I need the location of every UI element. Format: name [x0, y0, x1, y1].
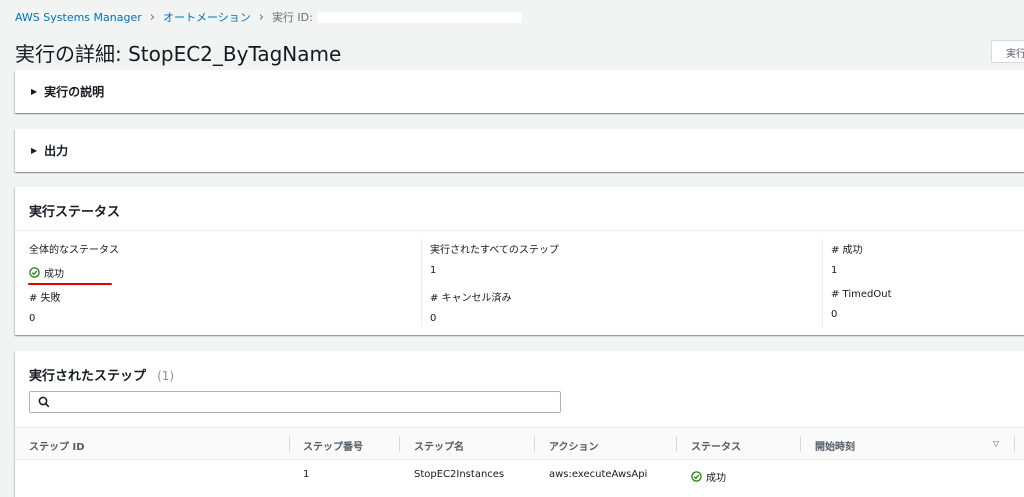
- column-action[interactable]: アクション: [549, 438, 599, 453]
- sort-down-icon[interactable]: ▽: [993, 439, 999, 448]
- overall-status-label: 全体的なステータス: [29, 245, 119, 256]
- executed-steps-count: (1): [157, 369, 175, 383]
- cell-status-text: 成功: [706, 473, 726, 484]
- execute-button[interactable]: 実行: [991, 40, 1024, 63]
- executed-steps-title: 実行されたステップ: [29, 369, 147, 384]
- column-divider: [1014, 436, 1015, 452]
- cell-step-number: 1: [303, 469, 310, 480]
- status-grid: 全体的なステータス 成功 実行されたすべてのステップ 1 # 成功 1 # 失敗…: [15, 231, 1024, 335]
- output-title: 出力: [44, 144, 69, 158]
- column-step-number[interactable]: ステップ番号: [303, 438, 363, 453]
- breadcrumb-execution-id: 実行 ID:: [271, 11, 313, 24]
- divider: [822, 239, 823, 327]
- check-circle-icon: [29, 267, 40, 278]
- output-toggle[interactable]: ▶ 出力: [15, 129, 1024, 172]
- all-steps-value: 1: [430, 265, 437, 276]
- steps-table-header: ステップ ID ステップ番号 ステップ名 アクション ステータス 開始時刻 ▽: [15, 427, 1024, 460]
- executed-steps-header: 実行されたステップ (1): [15, 351, 1024, 387]
- breadcrumb: AWS Systems Manager › オートメーション › 実行 ID:: [15, 9, 522, 25]
- column-divider: [800, 436, 801, 452]
- divider: [421, 239, 422, 327]
- overall-status: 全体的なステータス 成功: [29, 241, 119, 280]
- description-panel: ▶ 実行の説明: [15, 70, 1024, 113]
- success-count-label: # 成功: [831, 245, 863, 256]
- column-divider: [676, 436, 677, 452]
- redacted-execution-id: [316, 11, 522, 23]
- step-search-input[interactable]: [56, 394, 556, 410]
- cancelled-count-value: 0: [430, 313, 437, 324]
- column-divider: [289, 436, 290, 452]
- column-step-id[interactable]: ステップ ID: [29, 438, 85, 453]
- caret-right-icon: ▶: [31, 87, 38, 96]
- cell-status: 成功: [691, 469, 726, 484]
- cancelled-count: # キャンセル済み 0: [430, 289, 512, 324]
- timedout-count-value: 0: [831, 309, 838, 320]
- all-steps-label: 実行されたすべてのステップ: [430, 245, 559, 256]
- cell-step-name: StopEC2Instances: [414, 469, 505, 480]
- failed-count: # 失敗 0: [29, 289, 61, 324]
- search-icon: [38, 396, 50, 408]
- caret-right-icon: ▶: [31, 146, 38, 155]
- timedout-count-label: # TimedOut: [831, 289, 892, 300]
- overall-status-value: 成功: [29, 265, 119, 280]
- execution-status-title: 実行ステータス: [29, 205, 121, 220]
- description-toggle[interactable]: ▶ 実行の説明: [15, 70, 1024, 113]
- breadcrumb-automation[interactable]: オートメーション: [163, 9, 251, 25]
- check-circle-icon: [691, 471, 702, 482]
- column-start-time[interactable]: 開始時刻: [815, 438, 855, 453]
- all-steps-executed: 実行されたすべてのステップ 1: [430, 241, 559, 276]
- breadcrumb-systems-manager[interactable]: AWS Systems Manager: [15, 11, 142, 24]
- output-panel: ▶ 出力: [15, 129, 1024, 172]
- table-row: 1 StopEC2Instances aws:executeAwsApi 成功: [15, 460, 1024, 490]
- failed-count-value: 0: [29, 313, 36, 324]
- page-title: 実行の詳細: StopEC2_ByTagName: [15, 42, 342, 66]
- execution-status-panel: 実行ステータス 全体的なステータス 成功 実行されたすべてのステップ 1 # 成…: [15, 187, 1024, 335]
- cancelled-count-label: # キャンセル済み: [430, 293, 512, 304]
- success-count-value: 1: [831, 265, 838, 276]
- description-title: 実行の説明: [44, 85, 105, 99]
- column-divider: [534, 436, 535, 452]
- chevron-right-icon: ›: [149, 9, 155, 25]
- step-search-box: [29, 391, 561, 413]
- column-divider: [399, 436, 400, 452]
- highlight-underline: [28, 283, 112, 285]
- column-step-name[interactable]: ステップ名: [414, 438, 464, 453]
- failed-count-label: # 失敗: [29, 293, 61, 304]
- execution-status-header: 実行ステータス: [15, 187, 1024, 231]
- chevron-right-icon: ›: [258, 9, 264, 25]
- success-count: # 成功 1: [831, 241, 863, 276]
- cell-action: aws:executeAwsApi: [549, 469, 648, 480]
- column-status[interactable]: ステータス: [691, 438, 741, 453]
- executed-steps-panel: 実行されたステップ (1) ステップ ID ステップ番号 ステップ名 アクション…: [15, 351, 1024, 497]
- timedout-count: # TimedOut 0: [831, 289, 892, 320]
- overall-status-text: 成功: [44, 269, 64, 280]
